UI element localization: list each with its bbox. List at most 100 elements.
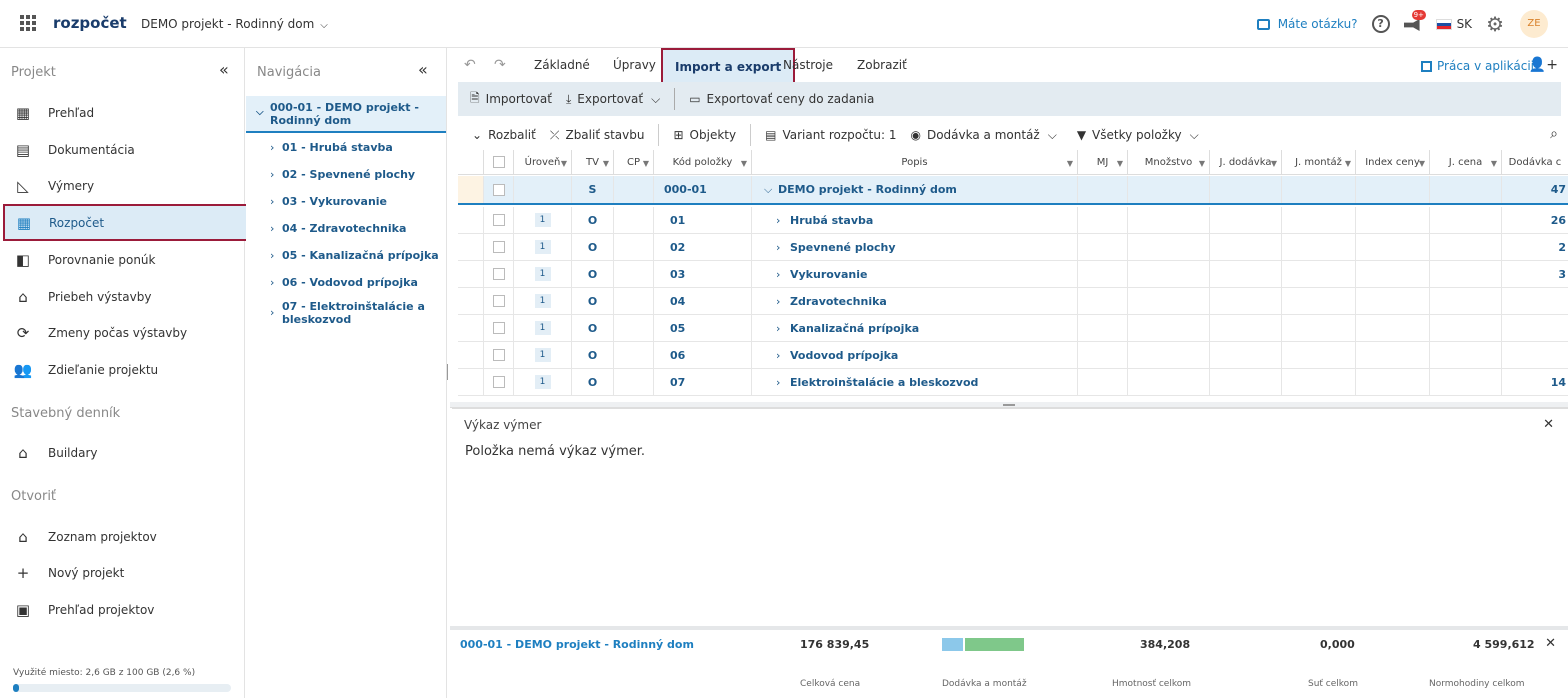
app-logo[interactable]: rozpočet	[53, 14, 127, 32]
tree-item[interactable]: › 02 - Spevnené plochy	[270, 168, 440, 181]
gear-icon[interactable]: ⚙	[1486, 12, 1504, 36]
table-row[interactable]: 1 O 05 › Kanalizačná prípojka	[458, 315, 1568, 342]
tree-root-item[interactable]: ⌵ 000-01 - DEMO projekt - Rodinný dom	[246, 96, 446, 133]
collapse-navigation-icon[interactable]: «	[418, 60, 428, 79]
table-header[interactable]: J. montáž ▼	[1282, 150, 1356, 175]
sidebar-item-rozpocet[interactable]: ▦ Rozpočet	[3, 204, 250, 241]
sidebar-item-prehlad[interactable]: ▦ Prehľad	[4, 95, 250, 131]
search-icon[interactable]: ⌕	[1550, 126, 1558, 142]
apps-grid-icon[interactable]	[20, 15, 36, 31]
filter-icon[interactable]: ▼	[1345, 151, 1351, 176]
sidebar-item-porovnanie-ponuk[interactable]: ◧ Porovnanie ponúk	[4, 242, 250, 278]
undo-icon[interactable]: ↶	[464, 57, 476, 73]
tree-item[interactable]: › 04 - Zdravotechnika	[270, 222, 440, 235]
table-header[interactable]: Kód položky ▼	[654, 150, 752, 175]
chevron-down-icon[interactable]: ⌵	[764, 183, 772, 197]
sidebar-item-vymery[interactable]: ◺ Výmery	[4, 168, 250, 204]
table-header[interactable]: Úroveň ▼	[514, 150, 572, 175]
tab-upravy[interactable]: Úpravy	[613, 58, 656, 72]
work-in-app-link[interactable]: Práca v aplikácii	[1421, 59, 1534, 73]
filter-icon[interactable]: ▼	[1491, 151, 1497, 176]
close-icon[interactable]: ✕	[1545, 636, 1556, 651]
select-all-checkbox[interactable]	[492, 156, 505, 168]
tree-item[interactable]: › 06 - Vodovod prípojka	[270, 276, 440, 289]
summary-project-link[interactable]: 000-01 - DEMO projekt - Rodinný dom	[460, 638, 694, 651]
table-header[interactable]: TV ▼	[572, 150, 614, 175]
tab-zobrazit[interactable]: Zobraziť	[857, 58, 907, 72]
filter-icon[interactable]: ▼	[1199, 151, 1205, 176]
expand-button[interactable]: ⌄ Rozbaliť	[472, 128, 536, 142]
tree-item[interactable]: › 01 - Hrubá stavba	[270, 141, 440, 154]
help-icon[interactable]: ?	[1371, 15, 1390, 33]
import-button[interactable]: 🗎 Importovať	[470, 89, 552, 110]
table-header[interactable]: MJ ▼	[1078, 150, 1128, 175]
table-header[interactable]: CP ▼	[614, 150, 654, 175]
table-header[interactable]: Popis ▼	[752, 150, 1078, 175]
tree-item[interactable]: › 07 - Elektroinštalácie a bleskozvod	[270, 300, 440, 326]
variant-button[interactable]: ▤ Variant rozpočtu: 1	[765, 128, 896, 142]
question-link[interactable]: Máte otázku?	[1256, 17, 1358, 31]
table-row[interactable]: 1 O 06 › Vodovod prípojka	[458, 342, 1568, 369]
filter-icon[interactable]: ▼	[643, 151, 649, 176]
sidebar-item-zmeny[interactable]: ⟳ Zmeny počas výstavby	[4, 315, 250, 351]
close-icon[interactable]: ✕	[1543, 417, 1554, 432]
collapse-button[interactable]: ⤫ Zbaliť stavbu	[550, 128, 645, 143]
table-header[interactable]: J. dodávka ▼	[1210, 150, 1282, 175]
filter-icon[interactable]: ▼	[1271, 151, 1277, 176]
table-header[interactable]: Množstvo ▼	[1128, 150, 1210, 175]
row-checkbox[interactable]	[492, 376, 505, 388]
export-prices-button[interactable]: ▭ Exportovať ceny do zadania	[689, 92, 874, 106]
filter-button[interactable]: ▼ Všetky položky ⌵	[1077, 128, 1205, 143]
sidebar-item-zoznam-projektov[interactable]: ⌂ Zoznam projektov	[4, 519, 250, 555]
row-checkbox[interactable]	[492, 349, 505, 361]
row-checkbox[interactable]	[492, 268, 505, 280]
tab-zakladne[interactable]: Základné	[534, 58, 590, 72]
row-checkbox[interactable]	[492, 322, 505, 334]
row-checkbox[interactable]	[492, 183, 505, 196]
chevron-right-icon[interactable]: ›	[776, 376, 780, 389]
notifications-button[interactable]: 9+	[1403, 10, 1426, 32]
sidebar-item-zdielanie[interactable]: 👥 Zdieľanie projektu	[4, 352, 250, 388]
tree-item[interactable]: › 03 - Vykurovanie	[270, 195, 440, 208]
row-checkbox[interactable]	[492, 295, 505, 307]
language-selector[interactable]: SK	[1435, 17, 1472, 31]
row-checkbox[interactable]	[492, 241, 505, 253]
table-header[interactable]: Index ceny ▼	[1356, 150, 1430, 175]
redo-icon[interactable]: ↷	[494, 57, 506, 73]
collapse-panel-icon[interactable]: «	[219, 60, 229, 79]
chevron-right-icon[interactable]: ›	[776, 349, 780, 362]
chevron-right-icon[interactable]: ›	[776, 214, 780, 227]
export-button[interactable]: ⤓ Exportovať ⌵	[566, 92, 660, 107]
filter-icon[interactable]: ▼	[1117, 151, 1123, 176]
filter-icon[interactable]: ▼	[561, 151, 567, 176]
table-row[interactable]: 1 O 03 › Vykurovanie 3	[458, 261, 1568, 288]
sidebar-item-buildary[interactable]: ⌂ Buildary	[4, 435, 250, 471]
chevron-right-icon[interactable]: ›	[776, 322, 780, 335]
filter-icon[interactable]: ▼	[1067, 151, 1073, 176]
project-selector[interactable]: DEMO projekt - Rodinný dom ⌵	[141, 17, 328, 31]
add-user-icon[interactable]: 👤+	[1529, 57, 1558, 73]
objects-button[interactable]: ⊞ Objekty	[673, 128, 736, 142]
chevron-right-icon[interactable]: ›	[776, 295, 780, 308]
table-row-root[interactable]: S 000-01 ⌵ DEMO projekt - Rodinný dom 47	[458, 176, 1568, 205]
sidebar-item-priebeh-vystavby[interactable]: ⌂ Priebeh výstavby	[4, 279, 250, 315]
table-header[interactable]: J. cena ▼	[1430, 150, 1502, 175]
table-header[interactable]: Dodávka c	[1502, 150, 1568, 175]
sidebar-item-novy-projekt[interactable]: + Nový projekt	[4, 555, 250, 591]
table-row[interactable]: 1 O 04 › Zdravotechnika	[458, 288, 1568, 315]
sidebar-item-prehlad-projektov[interactable]: ▣ Prehľad projektov	[4, 592, 250, 628]
table-row[interactable]: 1 O 02 › Spevnené plochy 2	[458, 234, 1568, 261]
delivery-view-button[interactable]: ◉ Dodávka a montáž ⌵	[910, 128, 1062, 143]
filter-icon[interactable]: ▼	[603, 151, 609, 176]
row-checkbox[interactable]	[492, 214, 505, 226]
filter-icon[interactable]: ▼	[1419, 151, 1425, 176]
tab-nastroje[interactable]: Nástroje	[783, 58, 833, 72]
tab-import-export[interactable]: Import a export	[661, 48, 796, 84]
table-row[interactable]: 1 O 07 › Elektroinštalácie a bleskozvod 14	[458, 369, 1568, 396]
sidebar-item-dokumentacia[interactable]: ▤ Dokumentácia	[4, 132, 250, 168]
filter-icon[interactable]: ▼	[741, 151, 747, 176]
table-row[interactable]: 1 O 01 › Hrubá stavba 26	[458, 207, 1568, 234]
chevron-right-icon[interactable]: ›	[776, 241, 780, 254]
tree-item[interactable]: › 05 - Kanalizačná prípojka	[270, 249, 440, 262]
chevron-right-icon[interactable]: ›	[776, 268, 780, 281]
